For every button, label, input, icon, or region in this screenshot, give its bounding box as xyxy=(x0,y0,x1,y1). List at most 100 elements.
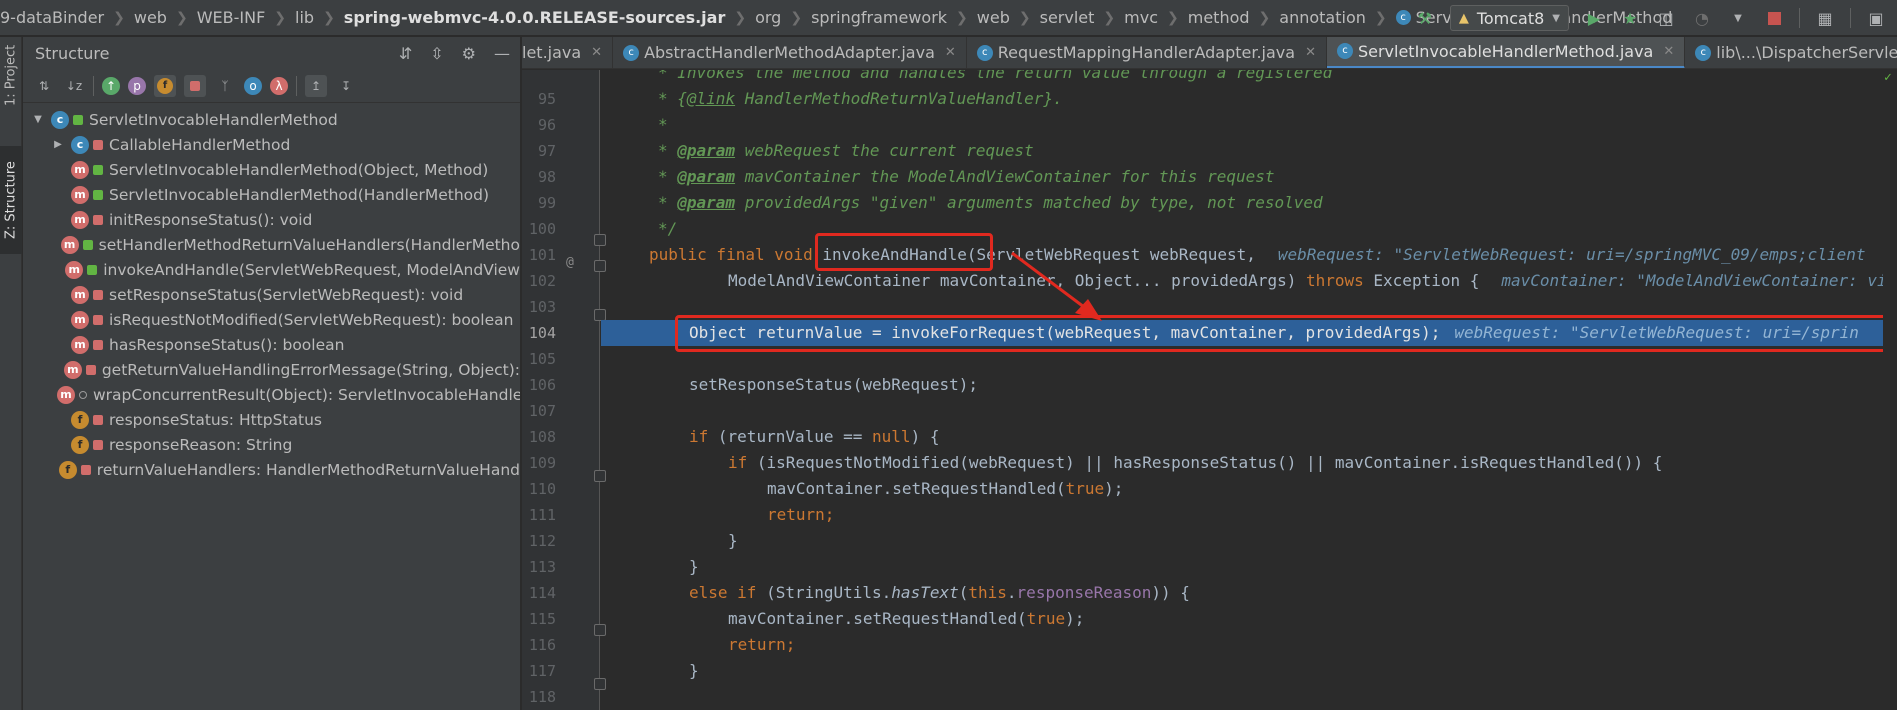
code-editor[interactable]: 95 96 97 98 99 100 101 102 103 104 105 106 107 108 109… xyxy=(522,70,1897,710)
tree-item[interactable]: m setResponseStatus(ServletWebRequest): v… xyxy=(23,282,520,307)
show-inherited-icon[interactable]: ↑ xyxy=(102,76,120,95)
breadcrumb-item[interactable]: 9-dataBinder xyxy=(0,8,104,27)
breadcrumb-separator-icon: ❯ xyxy=(790,9,803,26)
show-properties-icon[interactable]: p xyxy=(128,76,146,95)
private-icon xyxy=(93,214,103,225)
sort-by-visibility-icon[interactable]: ⇅ xyxy=(33,75,55,97)
editor-tab[interactable]: c ServletInvocableHandlerMethod.java ✕ xyxy=(1326,37,1686,68)
structure-toolbar: ⇅ ↓z ↑ p f ᛉ o λ ↥ ↧ xyxy=(23,69,520,103)
breadcrumb-separator-icon: ❯ xyxy=(956,9,968,26)
method-icon: m xyxy=(57,385,75,404)
close-icon[interactable]: ✕ xyxy=(1305,45,1316,60)
tree-item-label: invokeAndHandle(ServletWebRequest, Model… xyxy=(103,260,520,279)
private-icon xyxy=(93,414,103,425)
tree-item[interactable]: f returnValueHandlers: HandlerMethodRetur… xyxy=(23,457,520,482)
minimize-icon[interactable]: — xyxy=(494,44,510,63)
show-non-public-icon[interactable] xyxy=(184,74,206,97)
editor-tab[interactable]: let.java ✕ xyxy=(522,37,614,68)
close-icon[interactable]: ✕ xyxy=(945,45,956,60)
project-tool-tab[interactable]: 1: Project xyxy=(0,37,22,113)
tree-item[interactable]: f responseStatus: HttpStatus xyxy=(23,407,520,432)
tree-item[interactable]: m hasResponseStatus(): boolean xyxy=(23,332,520,357)
terminal-icon[interactable]: ▣ xyxy=(1865,7,1887,29)
close-icon[interactable]: ✕ xyxy=(1663,44,1674,59)
expanded-arrow-icon[interactable]: ▼ xyxy=(31,114,45,125)
method-icon: m xyxy=(71,310,89,329)
tree-item[interactable]: m invokeAndHandle(ServletWebRequest, Mode… xyxy=(23,257,520,282)
field-icon: f xyxy=(71,410,89,429)
tree-item-label: CallableHandlerMethod xyxy=(109,135,291,154)
chevron-down-icon[interactable]: ▼ xyxy=(1727,7,1749,29)
method-icon: m xyxy=(71,210,89,229)
gear-icon[interactable]: ⚙ xyxy=(462,44,476,63)
autoscroll-to-source-icon[interactable]: ↥ xyxy=(305,74,327,97)
tree-item-label: hasResponseStatus(): boolean xyxy=(109,335,345,354)
tree-item-label: returnValueHandlers: HandlerMethodReturn… xyxy=(96,460,520,479)
show-fields-icon[interactable]: f xyxy=(154,74,176,97)
breadcrumb-separator-icon: ❯ xyxy=(175,9,188,26)
breadcrumb-item[interactable]: servlet xyxy=(1040,8,1095,27)
breadcrumb-item[interactable]: lib xyxy=(295,8,314,27)
breadcrumb-separator-icon: ❯ xyxy=(1258,9,1271,26)
collapse-all-icon[interactable]: ⇳ xyxy=(430,44,443,63)
tree-item[interactable]: m ServletInvocableHandlerMethod(Object, M… xyxy=(23,157,520,182)
editor-tab[interactable]: c AbstractHandlerMethodAdapter.java ✕ xyxy=(613,37,967,68)
structure-tab-label: Z: Structure xyxy=(3,161,19,239)
breadcrumb-item[interactable]: method xyxy=(1188,8,1250,27)
structure-panel: Structure ⇵ ⇳ ⚙ — ⇅ ↓z ↑ p f ᛉ o λ ↥ ↧ ▼… xyxy=(23,37,521,710)
stop-icon[interactable] xyxy=(1763,7,1785,29)
structure-tree: ▼ c ServletInvocableHandlerMethod ▶ c Call… xyxy=(23,103,520,482)
private-icon xyxy=(85,364,96,375)
tree-root[interactable]: ▼ c ServletInvocableHandlerMethod xyxy=(23,107,520,132)
breadcrumb-item[interactable]: WEB-INF xyxy=(197,8,266,27)
debug-icon[interactable]: ★ xyxy=(1619,7,1641,29)
tree-item[interactable]: m wrapConcurrentResult(Object): ServletIn… xyxy=(23,382,520,407)
editor-scrollbar[interactable]: ✓ xyxy=(1883,70,1897,710)
breadcrumb-item[interactable]: web xyxy=(134,8,167,27)
tree-item[interactable]: f responseReason: String xyxy=(23,432,520,457)
java-class-icon: c xyxy=(976,44,993,61)
breadcrumb-item[interactable]: annotation xyxy=(1279,8,1366,27)
lambda-icon[interactable]: λ xyxy=(270,76,288,95)
chevron-down-icon: ▼ xyxy=(1552,12,1560,24)
breadcrumb-item[interactable]: mvc xyxy=(1124,8,1158,27)
editor-tab[interactable]: c RequestMappingHandlerAdapter.java ✕ xyxy=(967,37,1327,68)
project-structure-icon[interactable]: ▦ xyxy=(1814,7,1836,29)
run-icon[interactable]: ▶ xyxy=(1583,7,1605,29)
run-configuration-select[interactable]: ▲ Tomcat8 ▼ xyxy=(1449,5,1569,31)
method-icon: m xyxy=(71,335,89,354)
tree-item[interactable]: m setHandlerMethodReturnValueHandlers(Han… xyxy=(23,232,520,257)
autoscroll-from-source-icon[interactable]: ↧ xyxy=(335,75,357,97)
class-icon: c xyxy=(51,110,69,129)
tree-item[interactable]: m getReturnValueHandlingErrorMessage(Stri… xyxy=(23,357,520,382)
breadcrumb-item[interactable]: spring-webmvc-4.0.0.RELEASE-sources.jar xyxy=(344,8,726,27)
tree-item[interactable]: m initResponseStatus(): void xyxy=(23,207,520,232)
tree-item[interactable]: m isRequestNotModified(ServletWebRequest)… xyxy=(23,307,520,332)
coverage-icon[interactable]: ◫ xyxy=(1655,7,1677,29)
hammer-build-icon[interactable]: ⚒ xyxy=(1414,7,1436,29)
project-tab-label: 1: Project xyxy=(3,44,19,106)
tree-item[interactable]: ▶ c CallableHandlerMethod xyxy=(23,132,520,157)
structure-tool-tab[interactable]: Z: Structure xyxy=(0,146,22,254)
structure-header: Structure ⇵ ⇳ ⚙ — xyxy=(23,37,520,69)
breadcrumb-item[interactable]: springframework xyxy=(811,8,947,27)
expand-all-icon[interactable]: ⇵ xyxy=(399,44,412,63)
show-lambdas-icon[interactable]: o xyxy=(244,76,262,95)
field-icon: f xyxy=(71,435,89,454)
collapsed-arrow-icon[interactable]: ▶ xyxy=(51,139,65,150)
package-private-icon xyxy=(79,390,87,399)
public-icon xyxy=(73,114,83,125)
show-anonymous-icon[interactable]: ᛉ xyxy=(214,75,236,97)
editor-tab[interactable]: clib\...\DispatcherServlet.java✕ xyxy=(1685,37,1897,68)
run-toolbar: ⚒ ▲ Tomcat8 ▼ ▶ ★ ◫ ◔ ▼ ▦ ▣ xyxy=(1414,0,1897,36)
breadcrumb-separator-icon: ❯ xyxy=(1018,9,1031,26)
tree-item-label: setResponseStatus(ServletWebRequest): vo… xyxy=(109,285,464,304)
breadcrumb-item[interactable]: org xyxy=(755,8,781,27)
breadcrumb-item[interactable]: web xyxy=(977,8,1010,27)
profile-icon[interactable]: ◔ xyxy=(1691,7,1713,29)
tree-item[interactable]: m ServletInvocableHandlerMethod(HandlerMe… xyxy=(23,182,520,207)
close-icon[interactable]: ✕ xyxy=(591,45,602,60)
tree-item-label: getReturnValueHandlingErrorMessage(Strin… xyxy=(101,360,520,379)
sort-alphabetically-icon[interactable]: ↓z xyxy=(63,75,85,97)
editor-tab-label: AbstractHandlerMethodAdapter.java xyxy=(644,43,935,62)
